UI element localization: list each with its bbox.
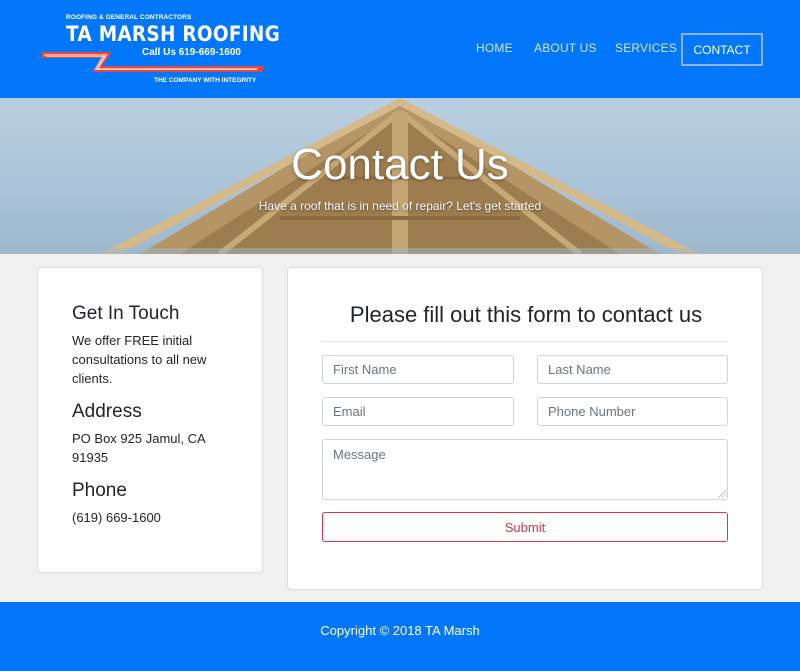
email-input[interactable] [322, 397, 514, 426]
form-title: Please fill out this form to contact us [349, 302, 703, 327]
address-heading: Address [72, 401, 142, 422]
last-name-input[interactable] [537, 355, 728, 384]
nav-services-link[interactable]: SERVICES [615, 41, 677, 55]
logo-tagline: THE COMPANY WITH INTEGRITY [154, 77, 257, 84]
address-text: PO Box 925 Jamul, CA 91935 [72, 431, 205, 465]
message-textarea[interactable] [322, 439, 728, 500]
contact-info-card: Get In Touch We offer FREE initial consu… [37, 267, 263, 573]
resize-handle-icon[interactable] [718, 490, 726, 498]
logo-top-line: ROOFING & GENERAL CONTRACTORS [66, 14, 192, 21]
phone-number-input[interactable] [537, 397, 728, 426]
logo-phone: Call Us 619-669-1600 [142, 47, 241, 58]
nav-contact-link[interactable]: CONTACT [681, 33, 763, 66]
get-in-touch-text: We offer FREE initial consultations to a… [72, 333, 207, 386]
phone-text: (619) 669-1600 [72, 510, 161, 525]
copyright-text: Copyright © 2018 TA Marsh [320, 623, 480, 638]
contact-form-card: Please fill out this form to contact us … [287, 267, 763, 590]
form-divider [322, 341, 728, 342]
nav-home-link[interactable]: HOME [476, 41, 513, 55]
page-subtitle: Have a roof that is in need of repair? L… [258, 199, 542, 213]
get-in-touch-heading: Get In Touch [72, 303, 180, 324]
logo[interactable]: ROOFING & GENERAL CONTRACTORS TA MARSH R… [42, 12, 280, 88]
site-footer: Copyright © 2018 TA Marsh [0, 602, 800, 671]
nav-about-link[interactable]: ABOUT US [534, 41, 597, 55]
site-header: ROOFING & GENERAL CONTRACTORS TA MARSH R… [0, 0, 800, 98]
first-name-input[interactable] [322, 355, 514, 384]
phone-heading: Phone [72, 480, 127, 501]
submit-button[interactable]: Submit [322, 512, 728, 542]
page-title: Contact Us [291, 140, 509, 189]
hero-banner: Contact Us Have a roof that is in need o… [0, 98, 800, 254]
